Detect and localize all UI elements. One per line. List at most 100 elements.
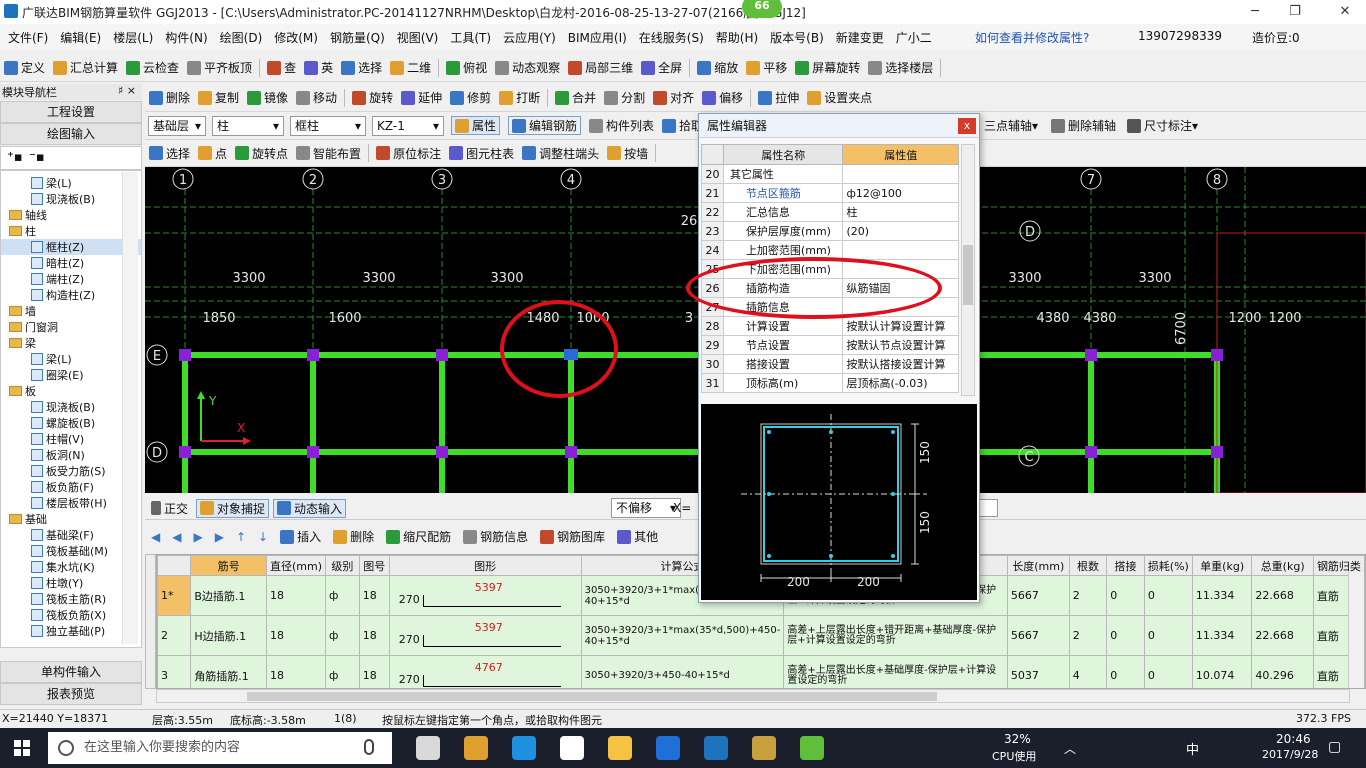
- edit-button-1[interactable]: 复制: [198, 89, 239, 106]
- clock-date[interactable]: 2017/9/28: [1262, 748, 1318, 761]
- taskbar-search-input[interactable]: 在这里输入你要搜索的内容: [48, 732, 392, 764]
- tree-item[interactable]: 梁: [1, 335, 141, 351]
- draw-button-2[interactable]: 旋转点: [235, 145, 288, 162]
- tree-item[interactable]: 柱墩(Y): [1, 575, 141, 591]
- taskbar-app-icon-8[interactable]: [800, 736, 824, 760]
- edit-rebar-button[interactable]: 编辑钢筋: [508, 116, 582, 135]
- tree-item[interactable]: 筏板负筋(X): [1, 607, 141, 623]
- property-row[interactable]: 31 顶标高(m) 层顶标高(-0.03): [701, 373, 959, 393]
- tree-item[interactable]: 柱: [1, 223, 141, 239]
- main-button-12[interactable]: 缩放: [697, 59, 738, 76]
- edit-button-11[interactable]: 偏移: [702, 89, 743, 106]
- main-button-15[interactable]: 选择楼层: [868, 59, 933, 76]
- close-button[interactable]: ✕: [1330, 2, 1360, 22]
- property-row[interactable]: 23 保护层厚度(mm) (20): [701, 221, 959, 241]
- grid-header[interactable]: 总重(kg): [1251, 555, 1314, 576]
- property-row[interactable]: 28 计算设置 按默认计算设置计算: [701, 316, 959, 336]
- tree-item[interactable]: 构造柱(Z): [1, 287, 141, 303]
- tree-item[interactable]: 柱帽(V): [1, 431, 141, 447]
- edit-button-12[interactable]: 拉伸: [758, 89, 799, 106]
- property-row[interactable]: 30 搭接设置 按默认搭接设置计算: [701, 354, 959, 374]
- menu-item-9[interactable]: 云应用(Y): [503, 29, 556, 46]
- ime-indicator[interactable]: 中: [1186, 739, 1199, 758]
- tree-item[interactable]: 基础梁(F): [1, 527, 141, 543]
- grid-tool-button-2[interactable]: 缩尺配筋: [386, 528, 451, 545]
- menu-item-12[interactable]: 帮助(H): [716, 29, 758, 46]
- taskbar-app-icon-1[interactable]: [464, 736, 488, 760]
- grid-header[interactable]: 图形: [388, 555, 582, 576]
- tree-item[interactable]: 楼层板带(H): [1, 495, 141, 511]
- dynamic-input-button[interactable]: 动态输入: [273, 498, 347, 518]
- taskbar-app-icon-5[interactable]: [656, 736, 680, 760]
- edit-button-10[interactable]: 对齐: [653, 89, 694, 106]
- menu-item-5[interactable]: 修改(M): [274, 29, 318, 46]
- floor-select[interactable]: 基础层 ▾: [148, 115, 206, 136]
- nav-arrow-icon-3[interactable]: ▶: [215, 530, 224, 544]
- single-component-input-button[interactable]: 单构件输入: [0, 661, 142, 683]
- taskbar-app-icon-3[interactable]: [560, 736, 584, 760]
- draw-button-6[interactable]: 调整柱端头: [522, 145, 599, 162]
- menu-item-6[interactable]: 钢筋量(Q): [330, 29, 385, 46]
- edit-button-3[interactable]: 移动: [296, 89, 337, 106]
- nav-arrow-icon-5[interactable]: ↓: [258, 530, 268, 544]
- grid-tool-button-1[interactable]: 删除: [333, 528, 374, 545]
- main-button-0[interactable]: 定义: [4, 59, 45, 76]
- edit-button-7[interactable]: 打断: [499, 89, 540, 106]
- property-row[interactable]: 29 节点设置 按默认节点设置计算: [701, 335, 959, 355]
- menu-item-7[interactable]: 视图(V): [397, 29, 439, 46]
- grid-header[interactable]: 搭接: [1106, 555, 1145, 576]
- three-point-axis-button[interactable]: 三点辅轴 ▾: [984, 117, 1038, 134]
- delete-axis-button[interactable]: 删除辅轴: [1051, 117, 1116, 134]
- help-link[interactable]: 如何查看并修改属性?: [975, 29, 1089, 46]
- grid-header[interactable]: [157, 555, 192, 576]
- menu-item-13[interactable]: 版本号(B): [770, 29, 824, 46]
- tree-item[interactable]: 轴线: [1, 207, 141, 223]
- tree-item[interactable]: 圈梁(E): [1, 367, 141, 383]
- main-button-14[interactable]: 屏幕旋转: [795, 59, 860, 76]
- ortho-button[interactable]: 正交: [151, 500, 188, 517]
- tree-item[interactable]: 螺旋板(B): [1, 415, 141, 431]
- menu-item-2[interactable]: 楼层(L): [113, 29, 153, 46]
- taskbar-app-icon-6[interactable]: [704, 736, 728, 760]
- table-row[interactable]: 3 角筋插筋.1 18 ф 18 270 4767 3050+3920/3+450-40+15…: [157, 655, 1365, 688]
- main-button-13[interactable]: 平移: [746, 59, 787, 76]
- taskbar-app-icon-4[interactable]: [608, 736, 632, 760]
- nav-arrow-icon-2[interactable]: ▶: [193, 530, 202, 544]
- menu-item-15[interactable]: 广小二: [896, 29, 932, 46]
- draw-button-4[interactable]: 原位标注: [376, 145, 441, 162]
- offset-select[interactable]: 不偏移 ▾: [611, 498, 681, 518]
- main-button-7[interactable]: 二维: [390, 59, 431, 76]
- table-scrollbar[interactable]: [1348, 572, 1364, 688]
- clock-time[interactable]: 20:46: [1276, 732, 1311, 746]
- grid-header[interactable]: 级别: [325, 555, 360, 576]
- property-row[interactable]: 22 汇总信息柱: [701, 202, 959, 222]
- draw-button-3[interactable]: 智能布置: [296, 145, 361, 162]
- draw-button-1[interactable]: 点: [198, 145, 227, 162]
- tree-item[interactable]: 梁(L): [1, 175, 141, 191]
- main-button-9[interactable]: 动态观察: [495, 59, 560, 76]
- nav-arrow-icon-0[interactable]: ◀: [151, 530, 160, 544]
- tree-item[interactable]: 暗柱(Z): [1, 255, 141, 271]
- tree-item[interactable]: 框柱(Z): [1, 239, 141, 255]
- pin-icon[interactable]: ♯ ×: [118, 84, 136, 97]
- grid-tool-button-0[interactable]: 插入: [280, 528, 321, 545]
- grid-header[interactable]: 筋号: [190, 555, 267, 576]
- edit-button-8[interactable]: 合并: [555, 89, 596, 106]
- grid-header[interactable]: 长度(mm): [1006, 555, 1070, 576]
- table-hscrollbar[interactable]: [156, 689, 1350, 703]
- main-button-5[interactable]: 英: [304, 59, 333, 76]
- tree-item[interactable]: 筏板基础(M): [1, 543, 141, 559]
- edit-button-13[interactable]: 设置夹点: [807, 89, 872, 106]
- taskbar-app-icon-0[interactable]: [416, 736, 440, 760]
- menu-item-0[interactable]: 文件(F): [8, 29, 48, 46]
- main-button-8[interactable]: 俯视: [446, 59, 487, 76]
- tree-item[interactable]: 现浇板(B): [1, 191, 141, 207]
- main-button-3[interactable]: 平齐板顶: [187, 59, 252, 76]
- property-scrollbar[interactable]: [961, 144, 975, 396]
- grid-header[interactable]: 直径(mm): [265, 555, 327, 576]
- tree-item[interactable]: 门窗洞: [1, 319, 141, 335]
- main-button-1[interactable]: 汇总计算: [53, 59, 118, 76]
- component-list-button[interactable]: 构件列表: [589, 117, 654, 134]
- grid-tool-button-5[interactable]: 其他: [617, 528, 658, 545]
- property-row[interactable]: 20 其它属性: [701, 164, 959, 184]
